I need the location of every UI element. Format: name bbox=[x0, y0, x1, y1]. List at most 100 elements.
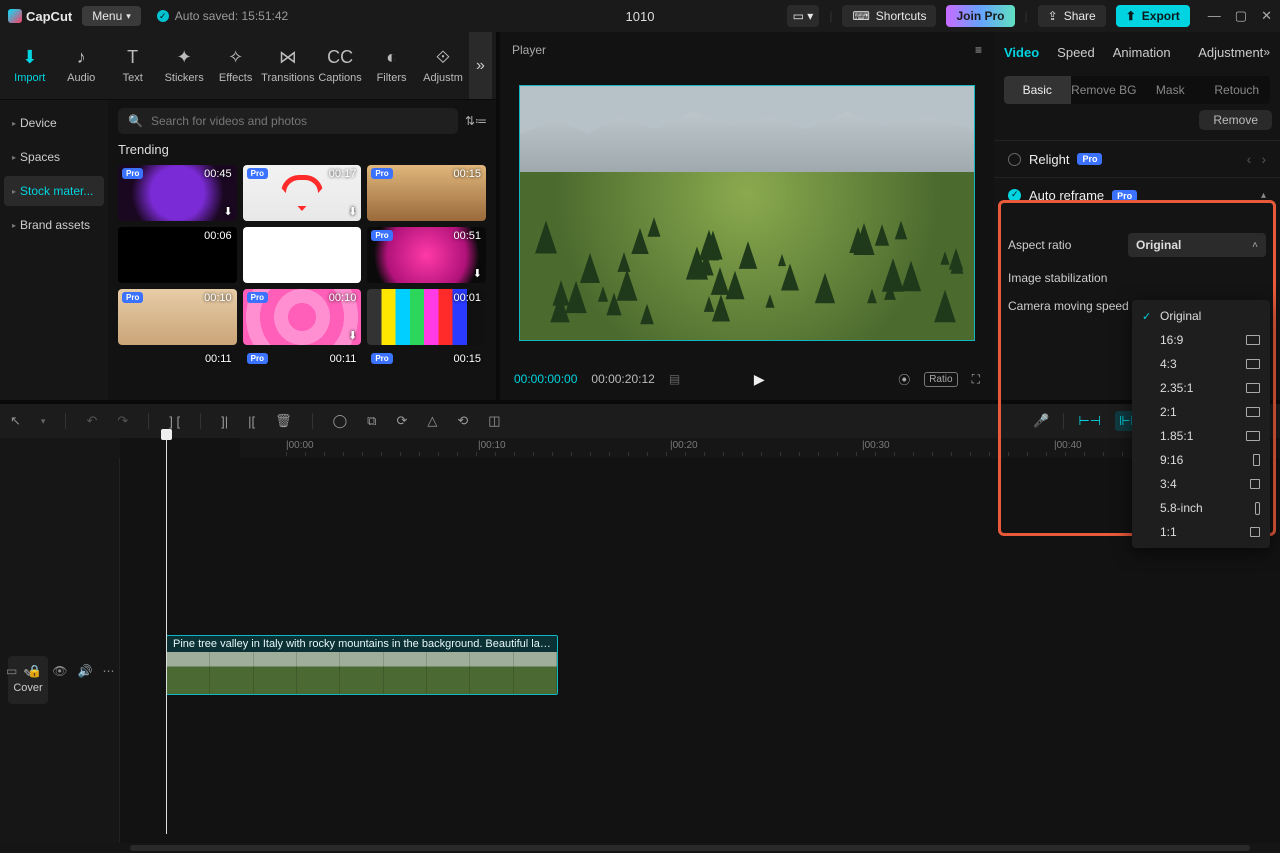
crop-preview-icon[interactable]: ⦿ bbox=[898, 371, 910, 388]
marker-icon[interactable]: ◯ bbox=[333, 413, 348, 429]
tool-transitions[interactable]: ⋈Transitions bbox=[261, 47, 314, 84]
media-thumbnail[interactable]: 00:01 bbox=[367, 289, 486, 345]
lib-stock-mater---[interactable]: ▸Stock mater... bbox=[4, 176, 104, 206]
mic-icon[interactable]: 🎤 bbox=[1033, 413, 1049, 429]
video-preview[interactable] bbox=[519, 85, 975, 341]
ratio-option-4-3[interactable]: 4:3 bbox=[1132, 352, 1270, 376]
inspector-tab-video[interactable]: Video bbox=[1004, 45, 1039, 60]
tool-effects[interactable]: ✧Effects bbox=[210, 47, 261, 84]
track-lock-icon[interactable]: 🔒 bbox=[27, 664, 42, 678]
split-icon[interactable]: ] [ bbox=[169, 414, 180, 429]
media-thumbnail[interactable]: 00:11 bbox=[118, 351, 237, 371]
crop-icon[interactable]: ◫ bbox=[488, 413, 500, 429]
track-mute-icon[interactable]: 🔊 bbox=[78, 664, 93, 678]
window-close[interactable]: ✕ bbox=[1261, 8, 1272, 24]
seg-basic[interactable]: Basic bbox=[1004, 76, 1071, 104]
reverse-icon[interactable]: ⟳ bbox=[396, 413, 407, 429]
tool-filters[interactable]: ◐Filters bbox=[366, 47, 417, 84]
pointer-tool-icon[interactable]: ↖ bbox=[10, 413, 21, 429]
collapse-icon[interactable]: ▴ bbox=[1261, 190, 1266, 201]
trim-left-icon[interactable]: ]| bbox=[221, 414, 228, 429]
lib-device[interactable]: ▸Device bbox=[4, 108, 104, 138]
remove-button[interactable]: Remove bbox=[1199, 110, 1272, 130]
tool-stickers[interactable]: ✦Stickers bbox=[158, 47, 209, 84]
media-thumbnail[interactable]: 00:06 bbox=[118, 227, 237, 283]
timeline-ruler[interactable]: |00:00|00:10|00:20|00:30|00:40 bbox=[240, 438, 1280, 458]
window-minimize[interactable]: — bbox=[1208, 8, 1221, 24]
ratio-option-original[interactable]: ✓Original bbox=[1132, 304, 1270, 328]
timeline-tracks[interactable]: Pine tree valley in Italy with rocky mou… bbox=[120, 458, 1280, 843]
ratio-button[interactable]: Ratio bbox=[924, 372, 957, 387]
relight-checkbox[interactable] bbox=[1008, 153, 1021, 166]
aspect-ratio-select[interactable]: Original˄ bbox=[1128, 233, 1266, 257]
tool-import[interactable]: ⬇Import bbox=[4, 47, 55, 84]
auto-reframe-checkbox[interactable] bbox=[1008, 189, 1021, 202]
ratio-option-5-8-inch[interactable]: 5.8-inch bbox=[1132, 496, 1270, 520]
ruler-tick: |00:20 bbox=[670, 440, 698, 451]
project-title[interactable]: 1010 bbox=[626, 9, 655, 24]
shortcuts-button[interactable]: ⌨ Shortcuts bbox=[842, 5, 936, 27]
mirror-icon[interactable]: △ bbox=[427, 413, 437, 429]
auto-reframe-group[interactable]: Auto reframe Pro ▴ bbox=[994, 177, 1280, 213]
share-button[interactable]: ⇪ Share bbox=[1038, 5, 1106, 27]
window-maximize[interactable]: ▢ bbox=[1235, 8, 1247, 24]
preview-quality-icon[interactable]: ▤ bbox=[669, 372, 680, 386]
play-button[interactable]: ▶ bbox=[754, 371, 765, 388]
media-thumbnail[interactable]: Pro00:45⬇ bbox=[118, 165, 237, 221]
ratio-option-9-16[interactable]: 9:16 bbox=[1132, 448, 1270, 472]
fullscreen-icon[interactable]: ⛶ bbox=[972, 372, 980, 387]
tool-audio[interactable]: ♪Audio bbox=[55, 47, 106, 84]
media-thumbnail[interactable]: Pro00:15 bbox=[367, 165, 486, 221]
track-more-icon[interactable]: ⋯ bbox=[102, 664, 114, 678]
aspect-button[interactable]: ▭ ▾ bbox=[787, 5, 820, 27]
inspector-tab-speed[interactable]: Speed bbox=[1057, 45, 1095, 60]
media-thumbnail[interactable]: Pro00:11 bbox=[243, 351, 362, 371]
lib-spaces[interactable]: ▸Spaces bbox=[4, 142, 104, 172]
copy-icon[interactable]: ⧉ bbox=[367, 413, 376, 429]
inspector-tab-adjustment[interactable]: Adjustment» bbox=[1198, 45, 1270, 60]
seg-mask[interactable]: Mask bbox=[1137, 76, 1204, 104]
magnet-left-icon[interactable]: ⊢⊣ bbox=[1078, 413, 1101, 429]
lib-brand-assets[interactable]: ▸Brand assets bbox=[4, 210, 104, 240]
prev-icon[interactable]: ‹ bbox=[1247, 151, 1252, 167]
media-thumbnail[interactable]: Pro00:10⬇ bbox=[243, 289, 362, 345]
media-thumbnail[interactable]: Pro00:15 bbox=[367, 351, 486, 371]
next-icon[interactable]: › bbox=[1261, 151, 1266, 167]
clip-label: Pine tree valley in Italy with rocky mou… bbox=[167, 636, 557, 652]
media-thumbnail[interactable] bbox=[243, 227, 362, 283]
media-thumbnail[interactable]: Pro00:10 bbox=[118, 289, 237, 345]
seg-remove-bg[interactable]: Remove BG bbox=[1071, 76, 1138, 104]
media-thumbnail[interactable]: Pro00:51⬇ bbox=[367, 227, 486, 283]
horizontal-scrollbar[interactable] bbox=[0, 843, 1280, 853]
tool-captions[interactable]: CCCaptions bbox=[314, 47, 365, 84]
ratio-option-1-85-1[interactable]: 1.85:1 bbox=[1132, 424, 1270, 448]
redo-icon[interactable]: ↷ bbox=[117, 413, 128, 429]
relight-group[interactable]: Relight Pro ‹› bbox=[994, 140, 1280, 177]
ratio-option-2-1[interactable]: 2:1 bbox=[1132, 400, 1270, 424]
tool-adjustm[interactable]: ⟐Adjustm bbox=[417, 47, 468, 84]
video-clip[interactable]: Pine tree valley in Italy with rocky mou… bbox=[166, 635, 558, 695]
track-expand-icon[interactable]: ▭ bbox=[6, 664, 17, 678]
inspector-tab-animation[interactable]: Animation bbox=[1113, 45, 1171, 60]
menu-button[interactable]: Menu▾ bbox=[82, 6, 141, 26]
ratio-option-1-1[interactable]: 1:1 bbox=[1132, 520, 1270, 544]
aspect-ratio-dropdown[interactable]: ✓Original16:94:32.35:12:11.85:19:163:45.… bbox=[1132, 300, 1270, 548]
trim-right-icon[interactable]: |[ bbox=[248, 414, 255, 429]
playhead[interactable] bbox=[166, 434, 167, 834]
track-visible-icon[interactable]: 👁 bbox=[52, 664, 67, 678]
media-thumbnail[interactable]: Pro00:17⬇ bbox=[243, 165, 362, 221]
export-button[interactable]: ⬆ Export bbox=[1116, 5, 1190, 27]
join-pro-button[interactable]: Join Pro bbox=[946, 5, 1014, 27]
player-menu-icon[interactable]: ≡ bbox=[975, 43, 982, 57]
seg-retouch[interactable]: Retouch bbox=[1204, 76, 1271, 104]
delete-icon[interactable]: 🗑 bbox=[275, 413, 292, 429]
filter-button[interactable]: ⇅≔ bbox=[466, 111, 486, 131]
rotate-icon[interactable]: ⟲ bbox=[457, 413, 468, 429]
undo-icon[interactable]: ↶ bbox=[86, 413, 97, 429]
tool-text[interactable]: TText bbox=[107, 47, 158, 84]
tools-more-icon[interactable]: » bbox=[469, 32, 492, 100]
search-input[interactable]: 🔍 Search for videos and photos bbox=[118, 108, 458, 134]
ratio-option-3-4[interactable]: 3:4 bbox=[1132, 472, 1270, 496]
ratio-option-2-35-1[interactable]: 2.35:1 bbox=[1132, 376, 1270, 400]
ratio-option-16-9[interactable]: 16:9 bbox=[1132, 328, 1270, 352]
